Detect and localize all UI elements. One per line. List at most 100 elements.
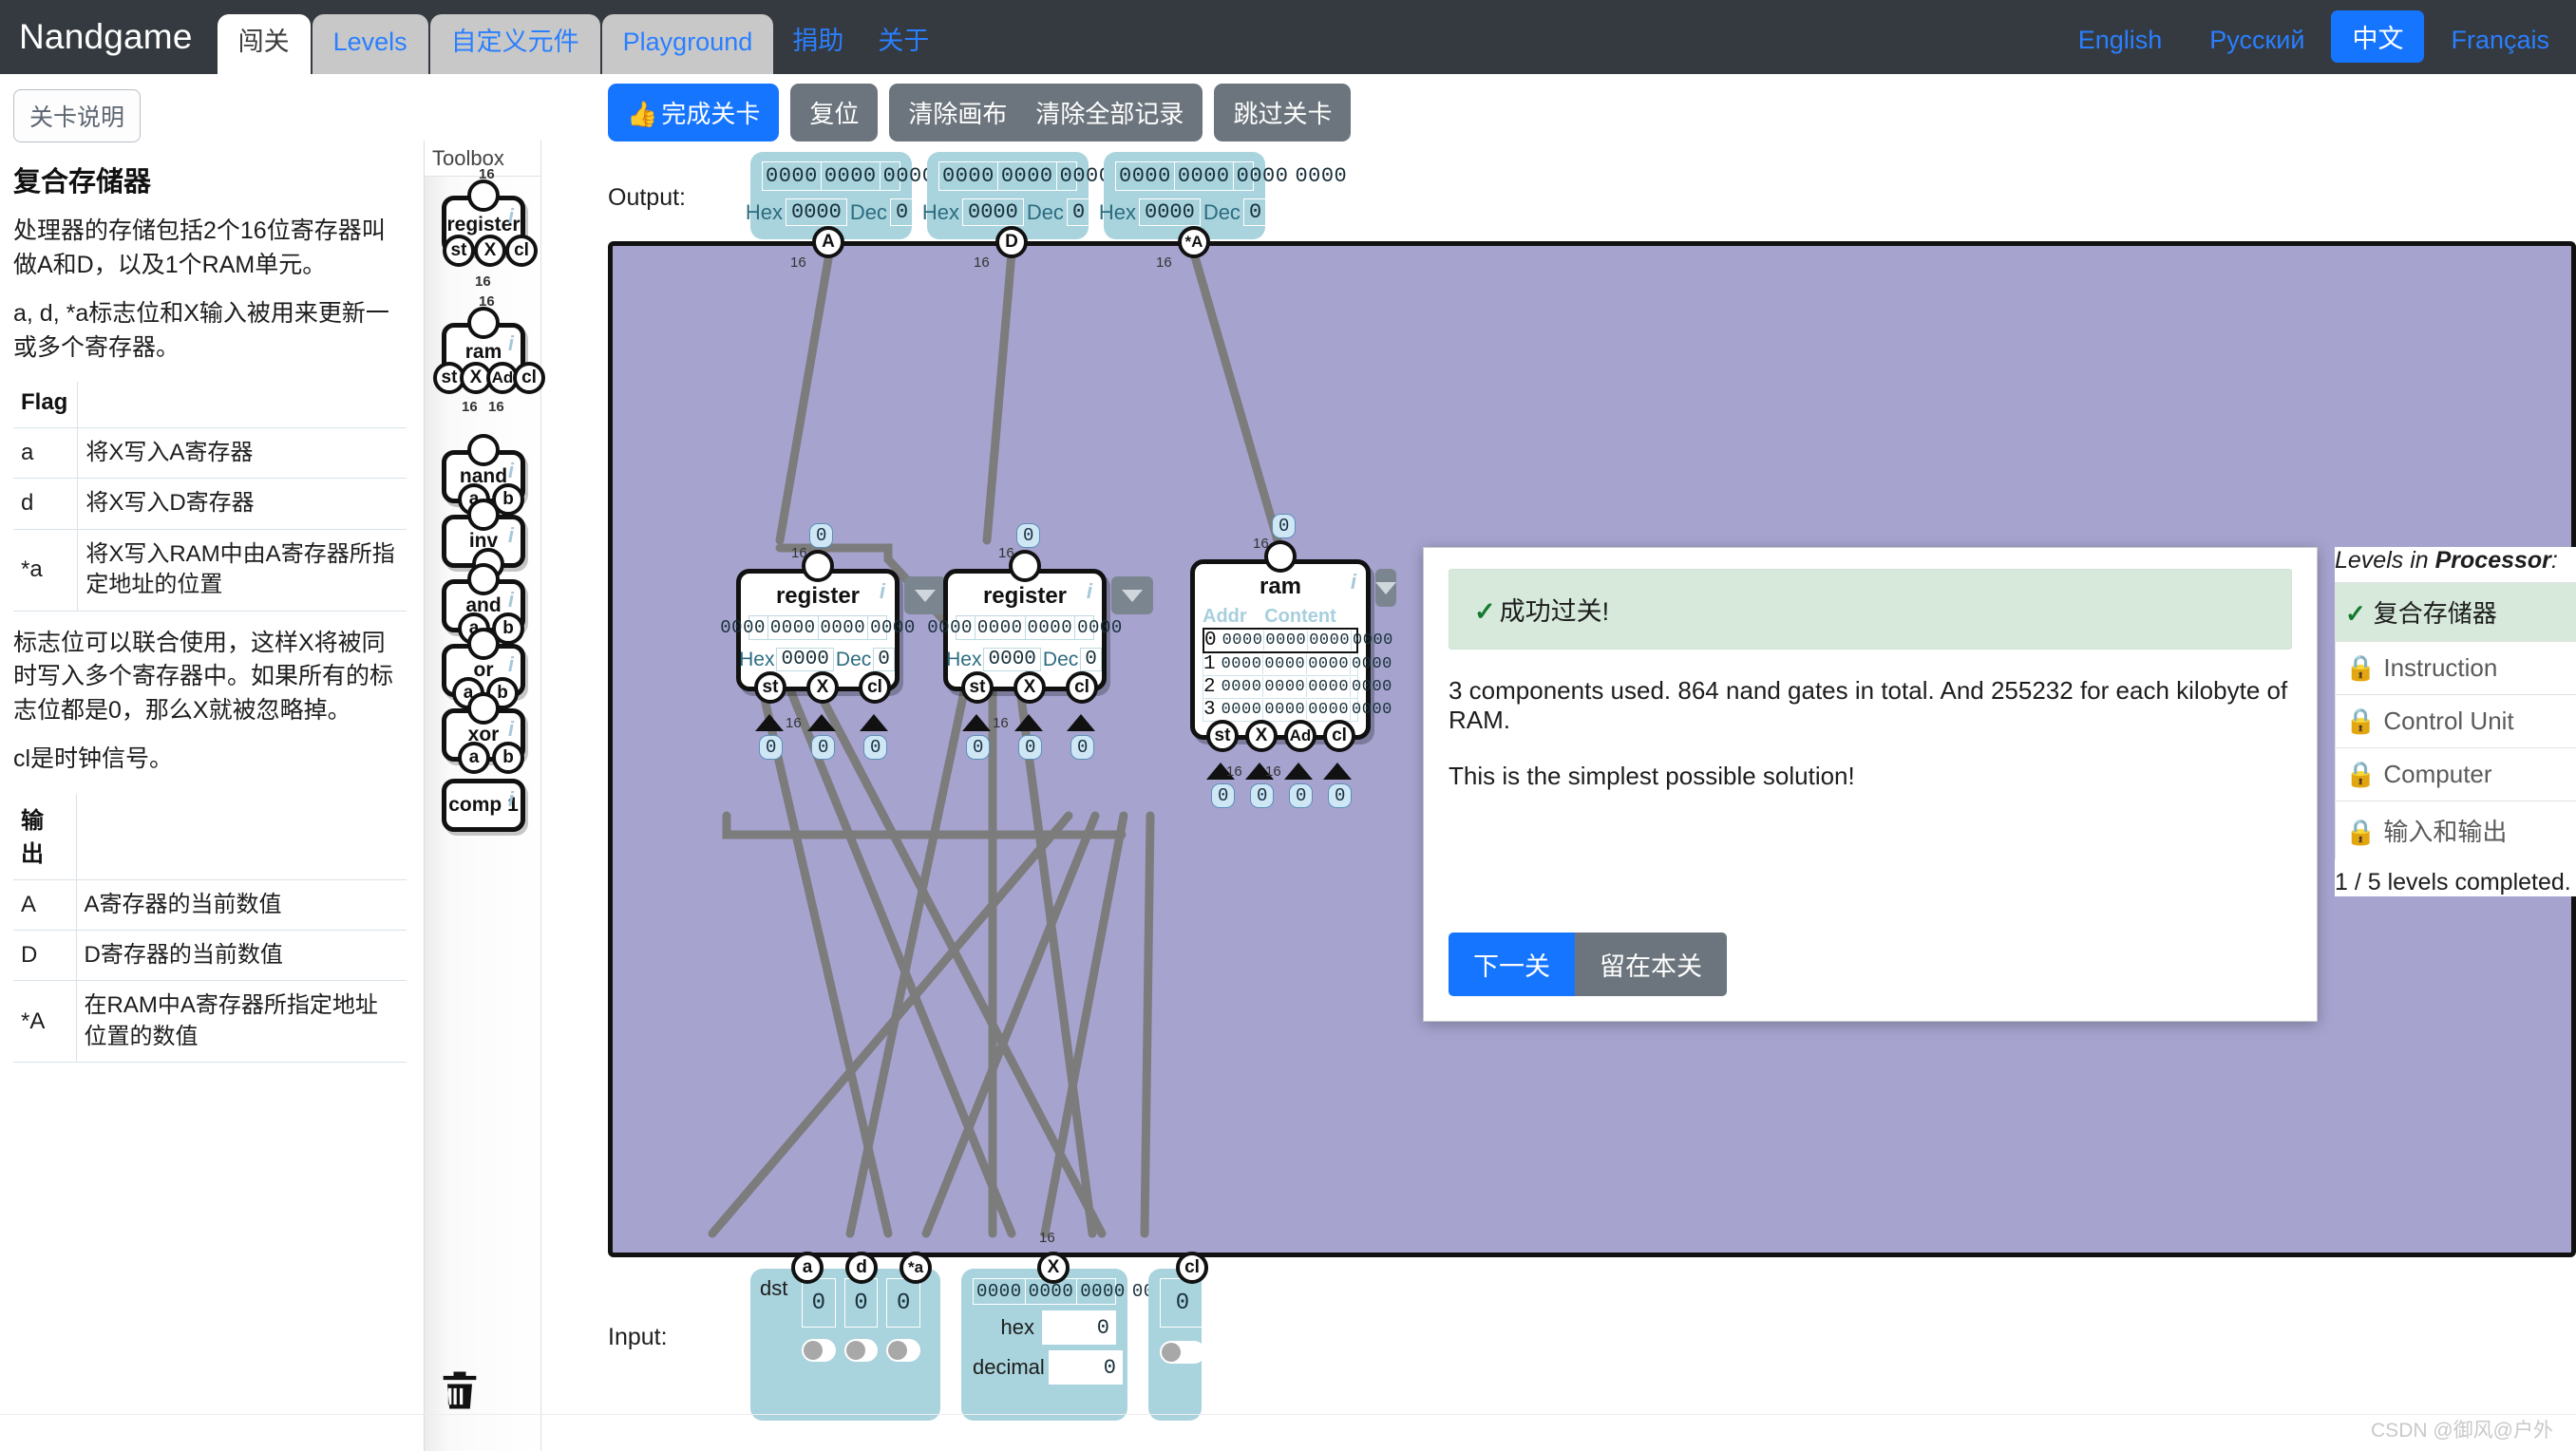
toolbox-item-register[interactable]: 16 register i st X cl 16 — [442, 166, 538, 290]
toggle-cl[interactable] — [1160, 1341, 1205, 1364]
input-pin-x[interactable]: X — [1245, 720, 1278, 752]
input-pin-cl[interactable]: cl — [505, 235, 538, 267]
input-pin-st[interactable]: st — [443, 235, 475, 267]
canvas-output-pin-star-a[interactable]: *A — [1178, 226, 1210, 258]
lang-french[interactable]: Français — [2430, 18, 2570, 63]
bit-width-label: 16 — [1156, 254, 1172, 271]
canvas-input-pin-cl[interactable]: cl — [1176, 1252, 1208, 1284]
lock-icon: 🔒 — [2345, 760, 2377, 788]
input-pin-ad[interactable]: Ad — [1284, 720, 1316, 752]
toolbox-item-nand[interactable]: nand i a b — [442, 434, 525, 516]
level-item-input-output[interactable]: 🔒 输入和输出 — [2335, 801, 2576, 859]
table-row[interactable]: 0 0000 0000 0000 0000 — [1203, 628, 1392, 653]
register-dropdown-button[interactable] — [904, 576, 946, 614]
toolbox-item-or[interactable]: or i a b — [442, 628, 525, 709]
output-pin[interactable] — [467, 499, 500, 531]
watermark: CSDN @御风@户外 — [2371, 1420, 2553, 1442]
nav-link-about[interactable]: 关于 — [861, 20, 946, 74]
input-pin-st[interactable]: st — [1206, 720, 1239, 752]
level-item-control-unit[interactable]: 🔒 Control Unit — [2335, 694, 2576, 747]
canvas-output-pin-a[interactable]: A — [812, 226, 844, 258]
input-pin-st[interactable]: st — [754, 671, 786, 704]
info-icon[interactable]: i — [880, 579, 885, 604]
toolbox-item-ram[interactable]: 16 ram i st X Ad cl 16 16 — [433, 293, 545, 415]
canvas-component-ram[interactable]: 0 16 ram i Addr Content 0 0000 0000 0000… — [1190, 514, 1396, 808]
toggle-d[interactable] — [843, 1339, 879, 1362]
hex-input[interactable] — [1042, 1310, 1116, 1345]
bit-group: 0000 — [1264, 677, 1308, 697]
table-row[interactable]: 1 0000 0000 0000 0000 — [1203, 653, 1392, 676]
input-pin-x[interactable]: X — [474, 235, 506, 267]
level-item-computer[interactable]: 🔒 Computer — [2335, 747, 2576, 801]
canvas-component-register-a[interactable]: 0 16 register i 0000 0000 0000 0000 Hex … — [720, 523, 946, 760]
skip-level-button[interactable]: 跳过关卡 — [1214, 84, 1352, 141]
input-pin-x[interactable]: X — [1013, 671, 1046, 704]
complete-level-button[interactable]: 👍 完成关卡 — [608, 84, 780, 141]
input-pin-st[interactable]: st — [961, 671, 994, 704]
info-icon[interactable]: i — [508, 459, 514, 483]
toolbox-item-inv[interactable]: inv i — [442, 499, 525, 580]
toolbox-item-xor[interactable]: xor i a b — [442, 692, 525, 774]
input-pin-a[interactable]: a — [458, 742, 490, 774]
bit-group: 0000 — [1221, 654, 1264, 674]
info-icon[interactable]: i — [508, 717, 514, 742]
output-pin[interactable] — [1264, 540, 1297, 573]
lang-english[interactable]: English — [2057, 18, 2184, 63]
info-icon[interactable]: i — [508, 787, 514, 812]
output-pin[interactable] — [467, 179, 500, 212]
tab-custom-components[interactable]: 自定义元件 — [429, 13, 600, 74]
tab-playground[interactable]: Playground — [601, 13, 774, 74]
info-icon[interactable]: i — [508, 204, 514, 229]
tab-levels[interactable]: Levels — [312, 13, 428, 74]
canvas-output-pin-d[interactable]: D — [995, 226, 1028, 258]
input-pin-cl[interactable]: cl — [859, 671, 891, 704]
output-pin[interactable] — [467, 563, 500, 595]
input-pin-cl[interactable]: cl — [1323, 720, 1355, 752]
info-icon[interactable]: i — [508, 652, 514, 677]
ram-dropdown-button[interactable] — [1375, 569, 1396, 607]
register-dropdown-button[interactable] — [1111, 576, 1153, 614]
input-pin-b[interactable]: b — [492, 742, 524, 774]
toolbox-item-comp-1[interactable]: comp 1 i — [442, 779, 525, 832]
output-pin[interactable] — [467, 628, 500, 660]
toolbox-item-and[interactable]: and i a b — [442, 563, 525, 645]
level-description-toggle[interactable]: 关卡说明 — [13, 89, 142, 142]
input-hex-row: hex — [973, 1310, 1116, 1345]
canvas-component-register-d[interactable]: 0 16 register i 0000 0000 0000 0000 Hex … — [927, 523, 1153, 760]
trash-icon[interactable] — [435, 1366, 484, 1415]
info-icon[interactable]: i — [508, 523, 514, 548]
lang-russian[interactable]: Русский — [2188, 18, 2325, 63]
clear-all-records-label[interactable]: 清除全部记录 — [1035, 100, 1184, 128]
info-icon[interactable]: i — [508, 331, 514, 356]
level-item-instruction[interactable]: 🔒 Instruction — [2335, 641, 2576, 694]
output-pin[interactable] — [467, 434, 500, 466]
nav-link-donate[interactable]: 捐助 — [775, 20, 861, 74]
input-pin-cl[interactable]: cl — [1066, 671, 1098, 704]
lang-chinese[interactable]: 中文 — [2331, 10, 2425, 63]
table-row[interactable]: 3 0000 0000 0000 0000 — [1203, 699, 1392, 722]
next-level-button[interactable]: 下一关 — [1449, 933, 1575, 996]
canvas-input-pin-star-a[interactable]: *a — [900, 1252, 932, 1284]
reset-button[interactable]: 复位 — [790, 84, 879, 141]
toggle-a[interactable] — [802, 1339, 836, 1362]
stay-on-level-button[interactable]: 留在本关 — [1575, 933, 1727, 996]
tab-challenge[interactable]: 闯关 — [217, 13, 311, 74]
output-pin[interactable] — [467, 307, 500, 339]
clear-button-group[interactable]: 清除画布 清除全部记录 — [889, 84, 1203, 141]
toggle-star-a[interactable] — [886, 1339, 921, 1362]
output-pin[interactable] — [467, 692, 500, 725]
canvas-input-pin-d[interactable]: d — [845, 1252, 878, 1284]
info-icon[interactable]: i — [1087, 579, 1092, 604]
bit-group: 0000 — [1308, 654, 1352, 674]
input-pin-x[interactable]: X — [806, 671, 839, 704]
table-row: *a 将X写入RAM中由A寄存器所指定地址的位置 — [13, 529, 407, 612]
input-pin-cl[interactable]: cl — [513, 362, 545, 394]
info-icon[interactable]: i — [1351, 570, 1356, 594]
level-item-composite-memory[interactable]: ✓ 复合存储器 — [2335, 582, 2576, 641]
table-row[interactable]: 2 0000 0000 0000 0000 — [1203, 676, 1392, 699]
canvas-input-pin-a[interactable]: a — [791, 1252, 824, 1284]
info-icon[interactable]: i — [508, 588, 514, 612]
decimal-input[interactable] — [1049, 1350, 1123, 1385]
canvas-input-pin-x[interactable]: X — [1037, 1252, 1070, 1284]
clear-canvas-label[interactable]: 清除画布 — [908, 100, 1007, 128]
